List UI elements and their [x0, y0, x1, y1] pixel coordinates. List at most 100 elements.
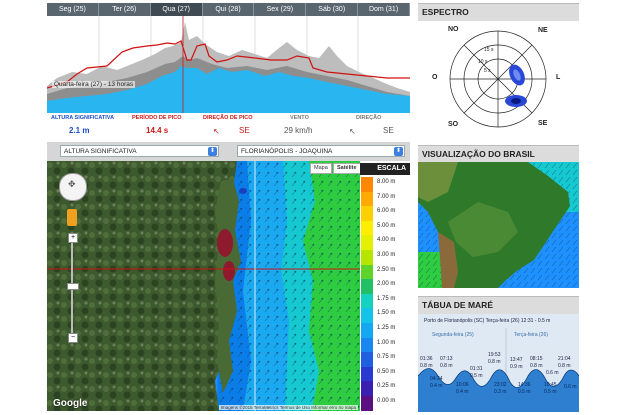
scale-row: 2.00 m — [360, 279, 410, 294]
pan-arrows-icon: ✥ — [68, 179, 76, 189]
scale-row: 1.50 m — [360, 308, 410, 323]
scale-row: 6.00 m — [360, 206, 410, 221]
brasil-header: VISUALIZAÇÃO DO BRASIL — [418, 145, 579, 162]
scale-swatch — [361, 250, 373, 265]
scale-swatch — [361, 366, 373, 382]
scale-swatch — [361, 381, 373, 396]
tide-height: 0.9 m — [510, 364, 523, 370]
scale-swatch — [361, 323, 373, 338]
scale-swatch — [361, 337, 373, 353]
tide-height: 0.5 m — [470, 373, 483, 379]
pan-control[interactable]: ✥ — [59, 173, 87, 201]
dir-label: SE — [538, 120, 548, 127]
location-select[interactable]: FLORIANÓPOLIS - JOAQUINA ⬍ — [237, 145, 405, 157]
scale-label: 1.25 m — [377, 325, 396, 331]
scale-label: 1.50 m — [377, 310, 396, 317]
day-tab[interactable]: Dom (31) — [358, 3, 411, 16]
metric-label: DIREÇÃO — [356, 115, 382, 121]
variable-select[interactable]: ALTURA SIGNIFICATIVA ⬍ — [60, 145, 219, 157]
metric-value: SE — [383, 126, 394, 135]
scale-row: 5.00 m — [360, 220, 410, 236]
dir-label: O — [432, 74, 438, 81]
color-scale: ESCALA 8.00 m 7.00 m 6.00 m 5.00 m 4.00 m 3.0… — [360, 161, 410, 411]
scale-swatch — [361, 235, 373, 250]
scale-label: 2.00 m — [377, 281, 396, 288]
tide-height: 0.3 m — [494, 389, 507, 395]
scale-row: 7.00 m — [360, 191, 410, 207]
metric-value: 14.4 s — [146, 126, 169, 135]
dir-label: SO — [448, 121, 459, 128]
map-button[interactable]: Mapa — [310, 163, 332, 174]
tide-time: 08:15 — [530, 356, 543, 362]
chevron-down-icon: ⬍ — [208, 147, 217, 156]
dir-label: NE — [538, 27, 548, 34]
tide-time: 01:31 — [470, 366, 483, 372]
tide-time: 21:04 — [558, 356, 571, 362]
scale-row: 0.50 m — [360, 366, 410, 382]
scale-swatch — [361, 396, 373, 411]
scale-label: 6.00 m — [377, 208, 396, 215]
scale-row: 8.00 m — [360, 177, 410, 192]
scale-label: 5.00 m — [377, 222, 396, 229]
tide-height: 0.6 m — [564, 384, 577, 390]
scale-swatch — [361, 293, 373, 309]
street-view-pegman-icon[interactable] — [67, 209, 77, 226]
brasil-map-canvas — [418, 162, 579, 288]
chevron-down-icon: ⬍ — [394, 147, 403, 156]
scale-row: 4.00 m — [360, 235, 410, 250]
scale-label: 4.00 m — [377, 237, 396, 244]
zoom-in-button[interactable]: + — [68, 233, 78, 243]
tide-time: 14:36 — [518, 382, 531, 388]
day-tab[interactable]: Qua (27) — [150, 3, 203, 16]
scale-row: 0.75 m — [360, 352, 410, 367]
day-tab[interactable]: Seg (25) — [47, 3, 99, 16]
scale-label: 7.00 m — [377, 193, 396, 200]
tide-time: 10:45 — [544, 382, 557, 388]
scale-row: 2.50 m — [360, 264, 410, 280]
map-attribution[interactable]: Imagens ©2015 TerraMetrics Termos de Uso… — [218, 405, 358, 410]
ring-label: 5 s — [484, 68, 491, 74]
forecast-chart: Seg (25) Ter (26) Qua (27) Qui (28) Sex … — [47, 0, 411, 142]
tide-height: 0.8 m — [488, 359, 501, 365]
scale-label: 2.50 m — [377, 266, 396, 273]
tide-time: 07:13 — [440, 356, 453, 362]
tide-time: 13:47 — [510, 357, 523, 363]
variable-select-value: ALTURA SIGNIFICATIVA — [64, 148, 137, 155]
scale-row: 3.00 m — [360, 250, 410, 265]
day-tab[interactable]: Sex (29) — [254, 3, 307, 16]
dir-label: NO — [448, 26, 459, 33]
satellite-button[interactable]: Satélite — [333, 163, 360, 174]
tide-time: 01:36 — [420, 356, 433, 362]
day-tab[interactable]: Sáb (30) — [306, 3, 359, 16]
metric-label: VENTO — [290, 115, 309, 121]
tide-time: 19:53 — [488, 352, 501, 358]
metric-value: 2.1 m — [69, 126, 90, 135]
day-tab[interactable]: Ter (26) — [98, 3, 151, 16]
map-canvas[interactable] — [47, 161, 360, 411]
tide-height: 0.8 m — [420, 363, 433, 369]
scale-title: ESCALA — [360, 163, 410, 175]
day-tab[interactable]: Qui (28) — [202, 3, 255, 16]
tide-height: 0.5 m — [518, 389, 531, 395]
scale-swatch — [361, 264, 373, 280]
google-logo: Google — [53, 398, 88, 409]
wave-map[interactable]: Mapa Satélite ✥ + − Google Imagens ©2015… — [47, 161, 360, 411]
wave-chart[interactable] — [47, 16, 410, 113]
ring-label: 10 s — [478, 59, 488, 65]
tide-height: 0.4 m — [456, 389, 469, 395]
zoom-out-button[interactable]: − — [68, 333, 78, 343]
brasil-map[interactable] — [418, 162, 579, 288]
dir-label: L — [556, 74, 561, 81]
chart-tooltip: Quarta-feira (27) - 13 horas — [52, 81, 136, 88]
metrics-row: ALTURA SIGNIFICATIVA 2.1 m PERÍODO DE PI… — [47, 113, 410, 141]
metric-label: PERÍODO DE PICO — [132, 115, 182, 121]
scale-row: 0.25 m — [360, 381, 410, 396]
scale-row: 0.00 m — [360, 396, 410, 411]
scale-label: 0.50 m — [377, 368, 396, 375]
tide-chart[interactable]: Porto de Florianópolis (SC) Terça-feira … — [418, 314, 579, 412]
scale-label: 0.75 m — [377, 354, 396, 361]
tide-height: 0.5 m — [544, 389, 557, 395]
scale-swatch — [361, 220, 373, 236]
day-selector[interactable]: Seg (25) Ter (26) Qua (27) Qui (28) Sex … — [47, 3, 411, 16]
zoom-slider-handle[interactable] — [67, 283, 79, 290]
